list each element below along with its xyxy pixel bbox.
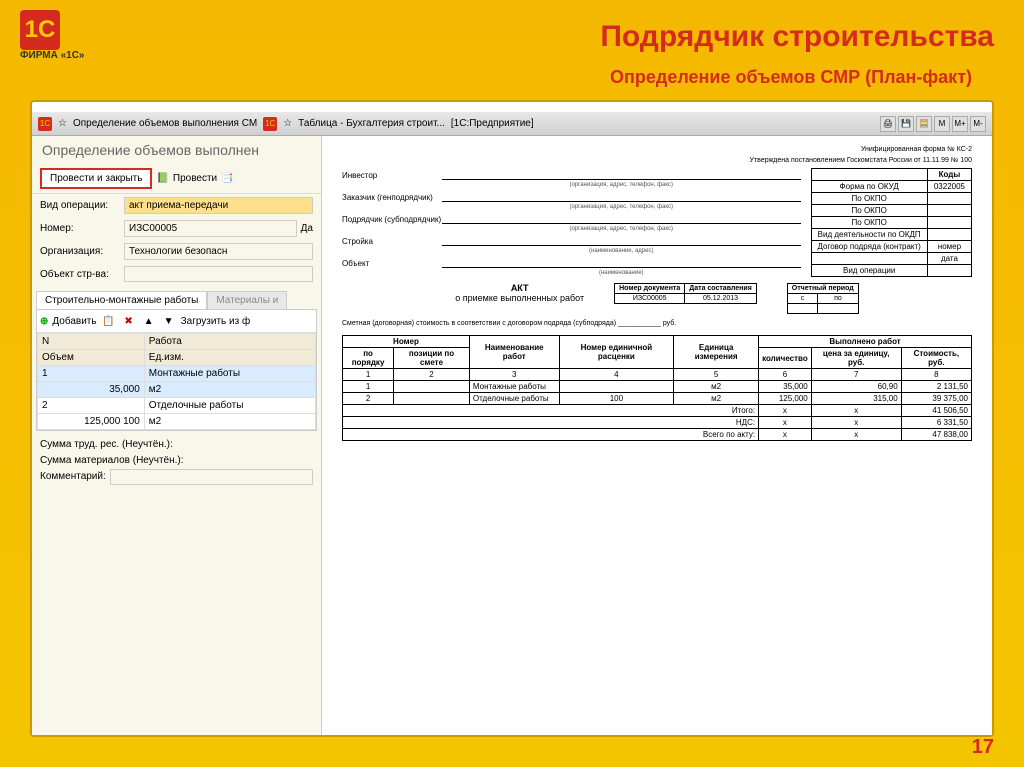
subtitle: Определение объемов СМР (План-факт) — [610, 67, 972, 88]
org-label: Организация: — [40, 246, 120, 257]
grid-row[interactable]: 1 Монтажные работы — [38, 366, 316, 382]
number-label: Номер: — [40, 223, 120, 234]
number-input[interactable]: ИЗС00005 — [124, 220, 297, 237]
add-button[interactable]: Добавить — [52, 316, 96, 327]
titlebar-doc1: Определение объемов выполнения СМ — [73, 118, 257, 129]
page-number: 17 — [972, 736, 994, 759]
logo-1c-icon: 1C — [20, 10, 60, 50]
period-table: Отчетный период спо — [787, 283, 859, 314]
app-icon: 1C — [38, 117, 52, 131]
m-plus-icon[interactable]: M+ — [952, 116, 968, 132]
doc-num-table: Номер документаДата составления ИЗС00005… — [614, 283, 757, 304]
titlebar-mode: [1С:Предприятие] — [451, 118, 534, 129]
grid-row[interactable]: 125,000 100 м2 — [38, 414, 316, 430]
date-label: Да — [301, 223, 313, 234]
form-panel: Определение объемов выполнен Провести и … — [32, 136, 322, 735]
load-button[interactable]: Загрузить из ф — [181, 316, 251, 327]
sum-trud-label: Сумма труд. рес. (Неучтён.): — [40, 437, 313, 453]
calc-icon[interactable]: 🧮 — [916, 116, 932, 132]
org-input[interactable]: Технологии безопасн — [124, 243, 313, 260]
logo-brand-text: ФИРМА «1С» — [20, 50, 85, 61]
up-icon[interactable]: ▲ — [141, 313, 157, 329]
sum-mat-label: Сумма материалов (Неучтён.): — [40, 453, 313, 469]
comment-input[interactable] — [110, 469, 313, 485]
m-minus-icon[interactable]: M- — [970, 116, 986, 132]
window-titlebar: 1C ☆ Определение объемов выполнения СМ 1… — [32, 112, 992, 136]
op-type-label: Вид операции: — [40, 200, 120, 211]
akt-subtitle: о приемке выполненных работ — [455, 293, 584, 303]
col-vol: Объем — [38, 350, 145, 366]
page-title: Подрядчик строительства — [600, 20, 994, 54]
tab-materials[interactable]: Материалы и — [207, 291, 287, 309]
comment-label: Комментарий: — [40, 469, 106, 485]
col-work: Работа — [144, 334, 315, 350]
works-grid[interactable]: N Работа Объем Ед.изм. 1 Монтажные работ… — [37, 333, 316, 430]
post-close-button[interactable]: Провести и закрыть — [40, 168, 152, 189]
obj-input[interactable] — [124, 266, 313, 282]
main-ks2-table: Номер Наименование работ Номер единичной… — [342, 335, 972, 441]
titlebar-doc2: Таблица - Бухгалтерия строит... — [298, 118, 445, 129]
akt-title: АКТ — [455, 283, 584, 293]
print-icon[interactable]: 🖨 — [880, 116, 896, 132]
app-icon-2: 1C — [263, 117, 277, 131]
star-icon-2[interactable]: ☆ — [283, 118, 292, 129]
op-type-input[interactable]: акт приема-передачи — [124, 197, 313, 214]
form-title: Определение объемов выполнен — [32, 136, 321, 164]
save-icon[interactable]: 💾 — [898, 116, 914, 132]
col-n: N — [38, 334, 145, 350]
down-icon[interactable]: ▼ — [161, 313, 177, 329]
post-button[interactable]: Провести — [173, 173, 217, 184]
star-icon[interactable]: ☆ — [58, 118, 67, 129]
logo-area: 1C ФИРМА «1С» — [20, 10, 85, 61]
copy-icon[interactable]: 📋 — [101, 313, 117, 329]
form-header-1: Унифицированная форма № КС-2 — [342, 146, 972, 153]
table-row: 1Монтажные работым235,00060,902 131,50 — [343, 381, 972, 393]
grid-row[interactable]: 35,000 м2 — [38, 382, 316, 398]
tab-smr[interactable]: Строительно-монтажные работы — [36, 291, 207, 309]
add-icon[interactable]: ⊕ — [40, 316, 48, 327]
print-preview: Унифицированная форма № КС-2 Утверждена … — [322, 136, 992, 735]
m-icon[interactable]: M — [934, 116, 950, 132]
save-green-icon[interactable]: 📗 — [156, 173, 168, 184]
kody-table: Коды Форма по ОКУД0322005 По ОКПО По ОКП… — [811, 168, 973, 277]
delete-icon[interactable]: ✖ — [121, 313, 137, 329]
form-header-2: Утверждена постановлением Госкомстата Ро… — [342, 157, 972, 164]
grid-row[interactable]: 2 Отделочные работы — [38, 398, 316, 414]
table-row: 2Отделочные работы100м2125,000315,0039 3… — [343, 393, 972, 405]
obj-label: Объект стр-ва: — [40, 269, 120, 280]
more-icon[interactable]: 📑 — [221, 173, 233, 184]
col-unit: Ед.изм. — [144, 350, 315, 366]
